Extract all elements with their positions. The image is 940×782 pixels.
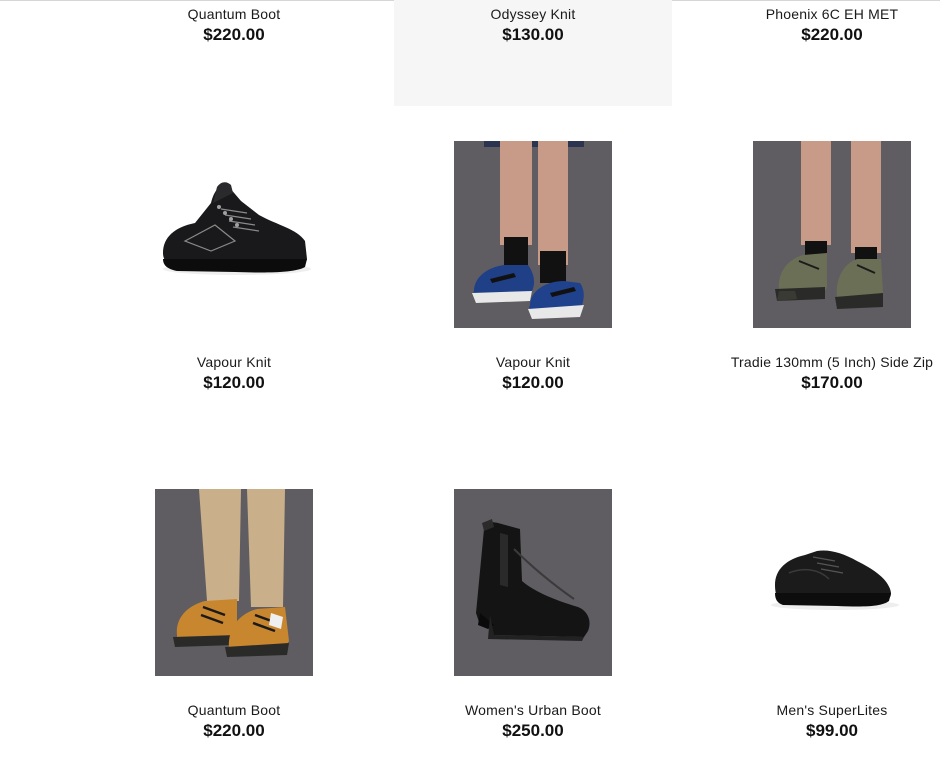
product-name[interactable]: Tradie 130mm (5 Inch) Side Zip — [682, 353, 940, 371]
product-card-vapour-knit-black[interactable]: Vapour Knit $120.00 — [84, 353, 384, 394]
product-name[interactable]: Women's Urban Boot — [383, 701, 683, 719]
product-name[interactable]: Quantum Boot — [84, 5, 384, 23]
product-card-quantum-boot-2[interactable]: Quantum Boot $220.00 — [84, 701, 384, 742]
product-name[interactable]: Phoenix 6C EH MET — [682, 5, 940, 23]
product-name[interactable]: Odyssey Knit — [383, 5, 683, 23]
product-price: $220.00 — [801, 25, 863, 44]
product-card-mens-superlites[interactable]: Men's SuperLites $99.00 — [682, 701, 940, 742]
product-name[interactable]: Quantum Boot — [84, 701, 384, 719]
product-card-tradie-side-zip[interactable]: Tradie 130mm (5 Inch) Side Zip $170.00 — [682, 353, 940, 394]
product-name[interactable]: Vapour Knit — [383, 353, 683, 371]
product-image-vapour-knit-blue[interactable] — [454, 141, 612, 328]
product-image-womens-urban-boot[interactable] — [454, 489, 612, 676]
product-image-mens-superlites[interactable] — [753, 489, 911, 676]
product-price: $220.00 — [203, 25, 265, 44]
product-card-womens-urban-boot[interactable]: Women's Urban Boot $250.00 — [383, 701, 683, 742]
product-image-tradie-side-zip[interactable] — [753, 141, 911, 328]
product-image-quantum-boot[interactable] — [155, 489, 313, 676]
product-card-odyssey-knit[interactable]: Odyssey Knit $130.00 — [383, 5, 683, 46]
product-card-vapour-knit-blue[interactable]: Vapour Knit $120.00 — [383, 353, 683, 394]
product-card-quantum-boot-1[interactable]: Quantum Boot $220.00 — [84, 5, 384, 46]
product-price: $250.00 — [502, 721, 564, 740]
product-price: $130.00 — [502, 25, 564, 44]
product-price: $99.00 — [806, 721, 858, 740]
product-image-vapour-knit-black[interactable] — [155, 141, 313, 328]
product-price: $120.00 — [502, 373, 564, 392]
product-price: $120.00 — [203, 373, 265, 392]
product-price: $170.00 — [801, 373, 863, 392]
product-name[interactable]: Men's SuperLites — [682, 701, 940, 719]
product-name[interactable]: Vapour Knit — [84, 353, 384, 371]
product-card-phoenix-6c[interactable]: Phoenix 6C EH MET $220.00 — [682, 5, 940, 46]
product-price: $220.00 — [203, 721, 265, 740]
